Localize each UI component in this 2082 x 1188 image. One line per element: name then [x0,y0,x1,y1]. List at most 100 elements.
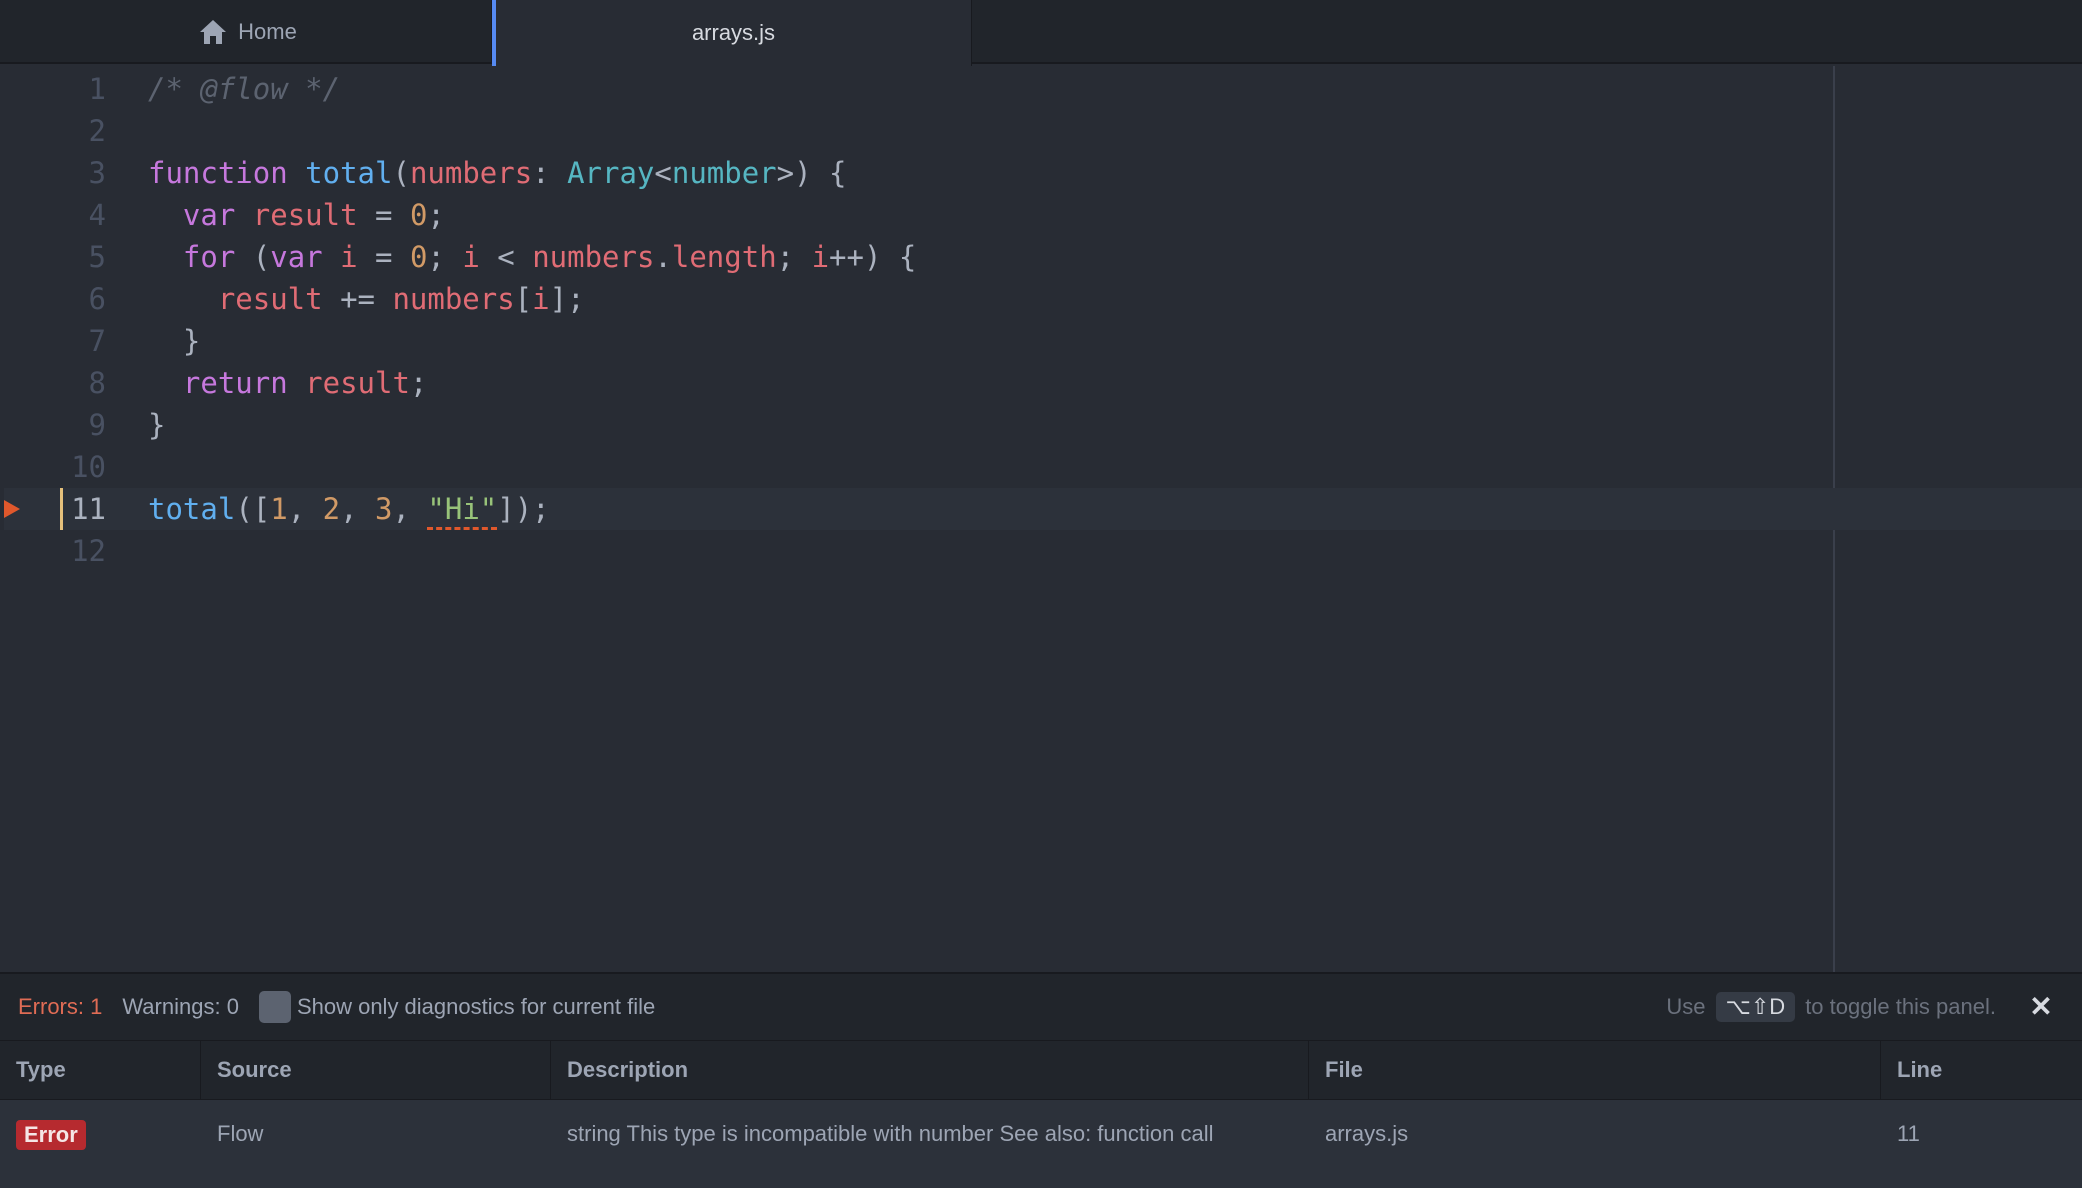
punct-token: } [182,324,201,358]
variable-token: numbers [532,240,655,274]
code-text: result += numbers[i]; [148,278,585,320]
type-token: number [671,156,777,190]
variable-token: result [305,366,410,400]
tab-home-label: Home [238,19,297,44]
cell-description: string This type is incompatible with nu… [567,1121,1214,1146]
keyword-token: var [182,198,236,232]
column-header-source[interactable]: Source [201,1041,551,1099]
table-row[interactable]: Error Flow string This type is incompati… [0,1100,2082,1188]
toggle-hint: Use ⌥⇧D to toggle this panel. [1666,974,1996,1040]
line-number: 1 [88,72,106,106]
column-header-line[interactable]: Line [1881,1041,2082,1099]
code-line[interactable]: 5 for (var i = 0; i < numbers.length; i+… [4,236,2082,278]
tab-arrays-js[interactable]: arrays.js [492,0,972,66]
code-line[interactable]: 6 result += numbers[i]; [4,278,2082,320]
number-token: 0 [409,198,428,232]
errors-count: Errors: 1 [18,994,103,1019]
param-token: numbers [409,156,533,190]
punct-token: ( [392,156,410,190]
column-header-type[interactable]: Type [0,1041,201,1099]
number-token: 3 [375,492,393,526]
column-header-file[interactable]: File [1309,1041,1881,1099]
number-token: 0 [409,240,428,274]
keyword-token: function [148,156,288,190]
keyword-token: var [270,240,323,274]
code-text: total([1, 2, 3, "Hi"]); [148,488,550,530]
current-file-filter-label[interactable]: Show only diagnostics for current file [297,994,655,1020]
punct-token: ++) { [829,240,917,274]
code-line[interactable]: 12 [4,530,2082,572]
punct-token: [ [514,282,533,316]
punct-token: >) { [776,156,847,190]
punct-token: : [532,156,568,190]
code-text: function total(numbers: Array<number>) { [148,152,846,194]
tab-arrays-js-label: arrays.js [691,20,776,45]
punct-token: ]); [497,492,550,526]
punct-token: ; [427,198,445,232]
punct-token: ; [409,366,428,400]
function-name-token: total [305,156,393,190]
code-line[interactable]: 9 } [4,404,2082,446]
variable-token: i [532,282,550,316]
line-number: 12 [71,534,106,568]
punct-token: , [287,492,323,526]
line-number: 10 [71,450,106,484]
punct-token: = [357,240,410,274]
function-name-token: total [148,492,236,526]
keyword-token: for [182,240,236,274]
code-line[interactable]: 4 var result = 0; [4,194,2082,236]
number-token: 2 [322,492,341,526]
punct-token: ]; [549,282,585,316]
code-editor[interactable]: 1 /* @flow */ 2 3 function total(numbers… [4,66,2082,972]
line-number: 4 [88,198,106,232]
variable-token: i [462,240,480,274]
cell-file[interactable]: arrays.js [1309,1100,1881,1168]
diagnostics-header: Errors: 1 Warnings: 0 Show only diagnost… [0,974,2082,1040]
cell-line[interactable]: 11 [1881,1100,2082,1168]
keyword-token: return [182,366,288,400]
warnings-count: Warnings: 0 [122,994,239,1019]
type-token: Array [567,156,655,190]
code-line[interactable]: 7 } [4,320,2082,362]
code-text: } [148,404,165,446]
variable-token: result [252,198,358,232]
keyboard-shortcut: ⌥⇧D [1715,992,1796,1022]
column-header-description[interactable]: Description [551,1041,1309,1099]
code-line[interactable]: 8 return result; [4,362,2082,404]
variable-token: i [811,240,830,274]
home-icon [200,20,227,44]
variable-token: numbers [392,282,515,316]
code-text: /* @flow */ [148,68,340,110]
tab-home[interactable]: Home [4,0,492,64]
punct-token: ; [427,240,463,274]
line-number: 7 [88,324,106,358]
line-number: 11 [71,492,106,526]
punct-token: , [392,492,428,526]
punct-token: ([ [235,492,271,526]
diagnostics-table-header: Type Source Description File Line [0,1040,2082,1100]
line-number: 6 [88,282,106,316]
punct-token: } [148,408,166,442]
code-line-current[interactable]: 11 total([1, 2, 3, "Hi"]); [4,488,2082,530]
code-text: } [148,320,200,362]
code-line[interactable]: 3 function total(numbers: Array<number>)… [4,152,2082,194]
code-line[interactable]: 1 /* @flow */ [4,68,2082,110]
string-token-error[interactable]: "Hi" [427,492,497,526]
current-file-filter-checkbox[interactable] [258,991,291,1023]
number-token: 1 [270,492,288,526]
close-icon[interactable]: ✕ [2026,992,2056,1022]
punct-token: < [479,240,533,274]
line-number: 3 [88,156,106,190]
diagnostics-panel: Errors: 1 Warnings: 0 Show only diagnost… [0,972,2082,1188]
toggle-hint-prefix: Use [1666,994,1706,1019]
code-text: return result; [148,362,427,404]
variable-token: result [217,282,323,316]
punct-token: ; [776,240,812,274]
code-line[interactable]: 2 [4,110,2082,152]
punct-token: < [654,156,672,190]
code-line[interactable]: 10 [4,446,2082,488]
punct-token: += [322,282,393,316]
line-number: 9 [88,408,106,442]
line-number: 5 [88,240,106,274]
property-token: length [671,240,777,274]
